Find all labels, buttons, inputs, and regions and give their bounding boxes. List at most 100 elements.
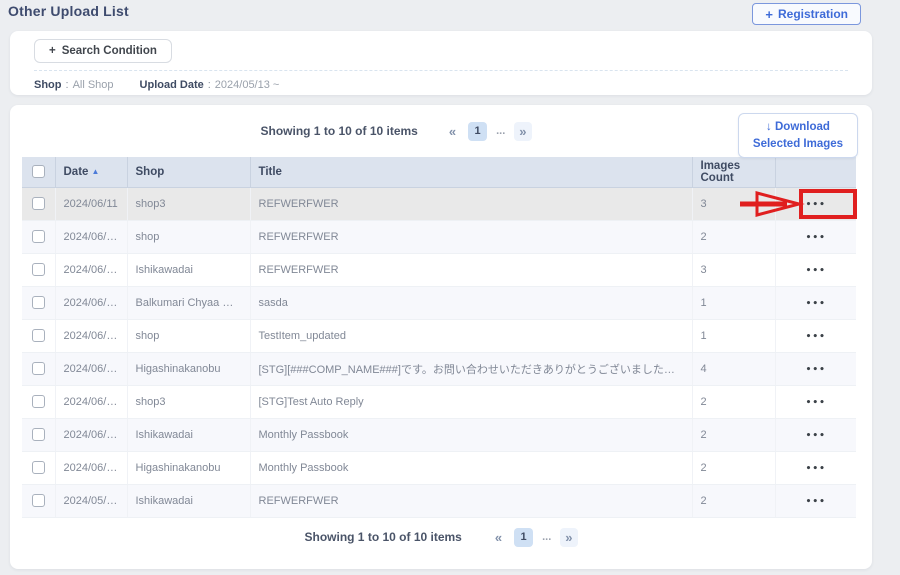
registration-button-label: Registration: [778, 7, 848, 21]
row-shop: Ishikawadai: [127, 253, 250, 286]
column-header-images-count[interactable]: Images Count: [692, 157, 775, 187]
filter-upload-date: Upload Date : 2024/05/13 ~: [140, 79, 280, 91]
pagination-next-button[interactable]: »: [514, 122, 531, 141]
row-actions-button[interactable]: •••: [806, 399, 826, 408]
row-checkbox[interactable]: [32, 494, 45, 507]
row-images-count: 2: [692, 418, 775, 451]
row-actions-cell: •••: [775, 319, 856, 352]
download-selected-images-button[interactable]: ↓ Download Selected Images: [738, 113, 858, 158]
row-actions-button[interactable]: •••: [806, 201, 826, 210]
search-condition-label: Search Condition: [62, 45, 157, 57]
row-date: 2024/06/03: [55, 352, 127, 385]
page-title: Other Upload List: [8, 3, 129, 19]
row-checkbox-cell: [22, 220, 55, 253]
row-actions-cell: •••: [775, 286, 856, 319]
table-body: 2024/06/11 shop3 REFWERFWER 3 ••• 2024/0…: [22, 187, 856, 517]
row-shop: Ishikawadai: [127, 484, 250, 517]
row-actions-cell: •••: [775, 220, 856, 253]
row-date: 2024/06/03: [55, 385, 127, 418]
row-title: [STG]Test Auto Reply: [250, 385, 692, 418]
row-title: [STG][###COMP_NAME###]です。お問い合わせいただきありがとう…: [250, 352, 692, 385]
row-shop: shop3: [127, 187, 250, 220]
select-all-header-cell: [22, 157, 55, 187]
row-shop: shop3: [127, 385, 250, 418]
row-actions-cell: •••: [775, 352, 856, 385]
row-title: REFWERFWER: [250, 484, 692, 517]
search-button-row: + Search Condition: [34, 39, 848, 71]
row-images-count: 1: [692, 319, 775, 352]
row-checkbox-cell: [22, 451, 55, 484]
row-checkbox-cell: [22, 385, 55, 418]
row-date: 2024/06/06: [55, 253, 127, 286]
column-header-shop[interactable]: Shop: [127, 157, 250, 187]
page-header: Other Upload List + Registration: [0, 0, 900, 28]
pagination-ellipsis: ...: [542, 531, 551, 543]
row-checkbox[interactable]: [32, 230, 45, 243]
table-row: 2024/06/06 Ishikawadai REFWERFWER 3 •••: [22, 253, 856, 286]
row-actions-button[interactable]: •••: [806, 465, 826, 474]
colon: :: [66, 79, 69, 91]
row-actions-cell: •••: [775, 418, 856, 451]
filter-upload-date-label: Upload Date: [140, 79, 204, 91]
row-date: 2024/06/03: [55, 319, 127, 352]
filter-shop: Shop : All Shop: [34, 79, 114, 91]
upload-list-card: Showing 1 to 10 of 10 items « 1 ... » ↓ …: [10, 105, 872, 569]
row-actions-button[interactable]: •••: [806, 432, 826, 441]
row-images-count: 1: [692, 286, 775, 319]
table-row: 2024/06/03 shop TestItem_updated 1 •••: [22, 319, 856, 352]
pagination-prev-button[interactable]: «: [446, 123, 459, 140]
colon: :: [208, 79, 211, 91]
row-actions-button[interactable]: •••: [806, 267, 826, 276]
row-checkbox-cell: [22, 253, 55, 286]
table-row: 2024/06/03 Higashinakanobu [STG][###COMP…: [22, 352, 856, 385]
row-checkbox[interactable]: [32, 263, 45, 276]
table-row: 2024/06/01 Ishikawadai Monthly Passbook …: [22, 418, 856, 451]
row-images-count: 3: [692, 187, 775, 220]
row-actions-cell: •••: [775, 253, 856, 286]
row-images-count: 4: [692, 352, 775, 385]
row-checkbox-cell: [22, 418, 55, 451]
row-actions-button[interactable]: •••: [806, 300, 826, 309]
download-arrow-icon: ↓: [766, 121, 772, 133]
row-actions-button[interactable]: •••: [806, 498, 826, 507]
pagination-next-button[interactable]: »: [560, 528, 577, 547]
row-checkbox[interactable]: [32, 395, 45, 408]
sort-asc-icon: ▲: [91, 167, 99, 176]
row-date: 2024/06/07: [55, 220, 127, 253]
row-images-count: 3: [692, 253, 775, 286]
column-header-title[interactable]: Title: [250, 157, 692, 187]
row-date: 2024/06/01: [55, 451, 127, 484]
filter-shop-value: All Shop: [73, 79, 114, 91]
table-row: 2024/06/07 shop REFWERFWER 2 •••: [22, 220, 856, 253]
table-row: 2024/05/23 Ishikawadai REFWERFWER 2 •••: [22, 484, 856, 517]
row-checkbox[interactable]: [32, 329, 45, 342]
column-header-date[interactable]: Date▲: [55, 157, 127, 187]
row-shop: Higashinakanobu: [127, 451, 250, 484]
filter-shop-label: Shop: [34, 79, 62, 91]
plus-icon: +: [765, 7, 773, 22]
select-all-checkbox[interactable]: [32, 165, 45, 178]
registration-button[interactable]: + Registration: [752, 3, 861, 25]
row-actions-button[interactable]: •••: [806, 366, 826, 375]
pagination-page-1-button[interactable]: 1: [468, 122, 487, 141]
row-actions-button[interactable]: •••: [806, 234, 826, 243]
showing-count-text: Showing 1 to 10 of 10 items: [260, 124, 417, 138]
pagination-top: « 1 ... »: [446, 122, 532, 141]
row-checkbox[interactable]: [32, 428, 45, 441]
plus-icon: +: [49, 45, 56, 57]
row-checkbox[interactable]: [32, 461, 45, 474]
pagination-ellipsis: ...: [496, 125, 505, 137]
table-row: 2024/06/11 shop3 REFWERFWER 3 •••: [22, 187, 856, 220]
pagination-page-1-button[interactable]: 1: [514, 528, 533, 547]
row-title: TestItem_updated: [250, 319, 692, 352]
row-shop: shop: [127, 319, 250, 352]
row-checkbox[interactable]: [32, 296, 45, 309]
row-title: sasda: [250, 286, 692, 319]
row-checkbox[interactable]: [32, 197, 45, 210]
row-checkbox[interactable]: [32, 362, 45, 375]
filter-summary: Shop : All Shop Upload Date : 2024/05/13…: [34, 71, 848, 91]
upload-list-table: Date▲ Shop Title Images Count 2024/06/11…: [22, 157, 856, 518]
pagination-prev-button[interactable]: «: [492, 529, 505, 546]
row-actions-button[interactable]: •••: [806, 333, 826, 342]
search-condition-button[interactable]: + Search Condition: [34, 39, 172, 63]
